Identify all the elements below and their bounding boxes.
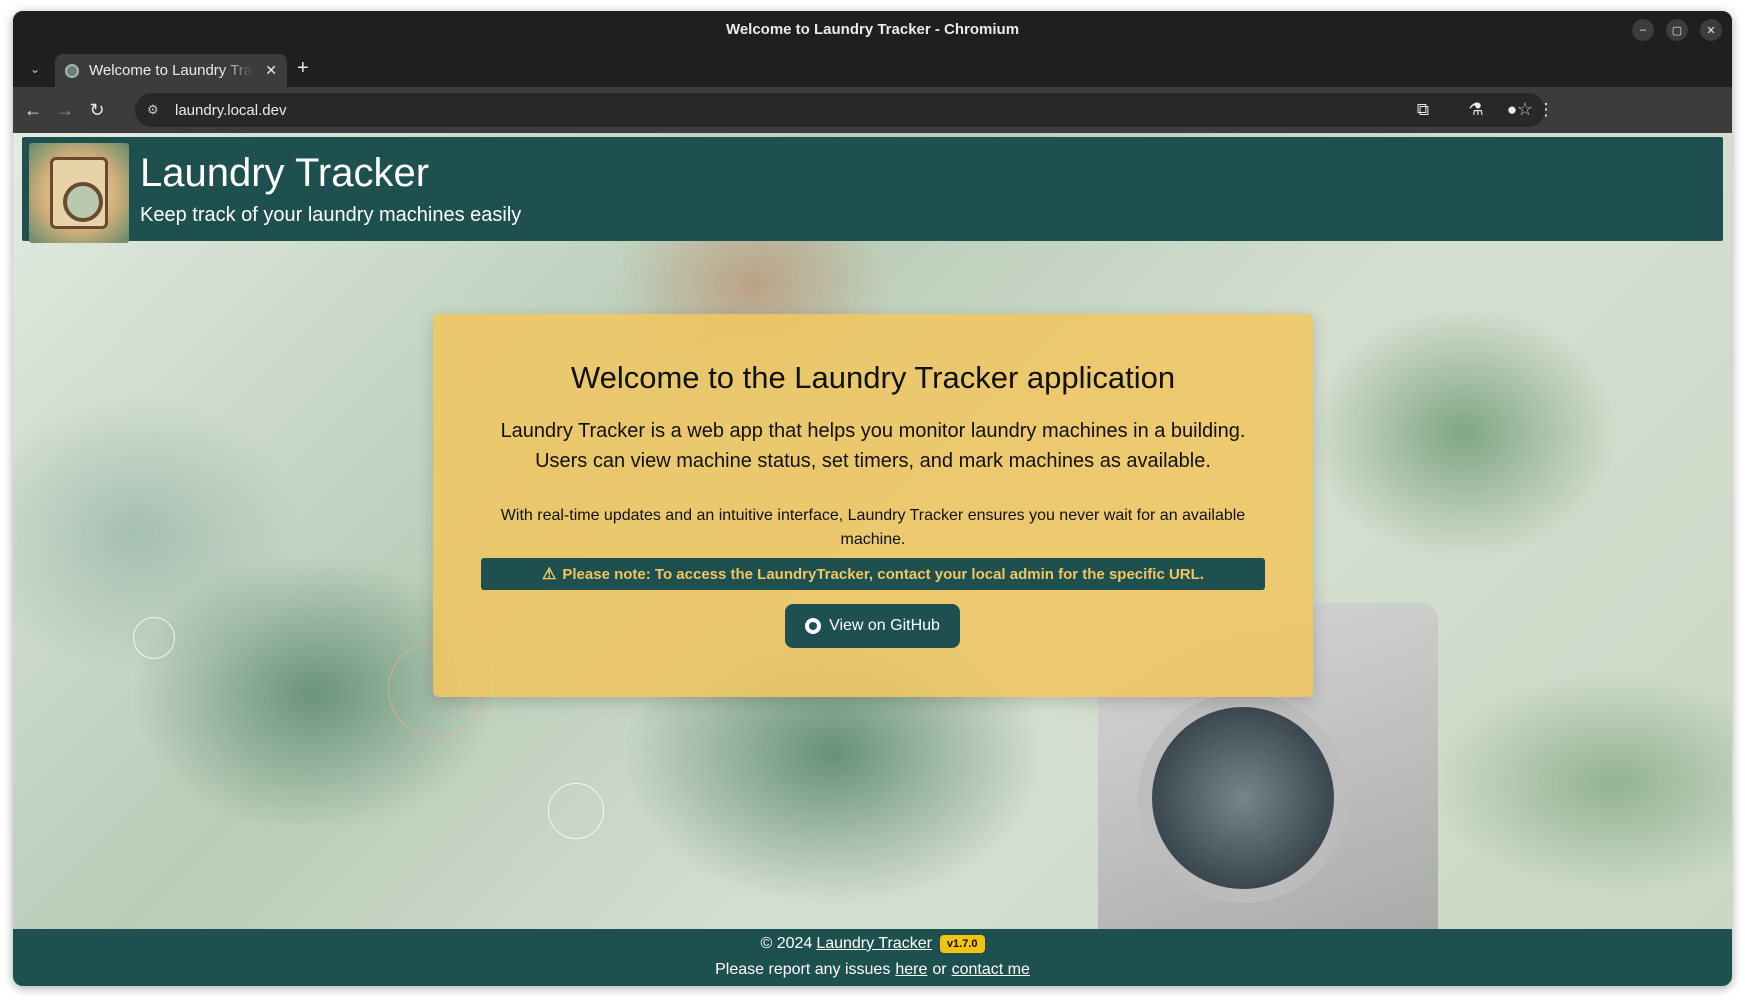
contact-me-link[interactable]: contact me: [952, 961, 1030, 979]
site-info-icon[interactable]: ⚙: [147, 102, 165, 118]
copyright-text: © 2024: [760, 935, 813, 952]
washing-machine-logo-icon: [29, 143, 129, 243]
site-footer: © 2024 Laundry Tracker v1.7.0 Please rep…: [13, 929, 1732, 986]
footer-report-line: Please report any issues here or contact…: [13, 961, 1732, 979]
page-viewport: Laundry Tracker Keep track of your laund…: [13, 133, 1732, 986]
warning-triangle-icon: ⚠: [542, 566, 557, 583]
tab-search-chevron-icon[interactable]: ⌄: [25, 59, 45, 79]
access-note-text: Please note: To access the LaundryTracke…: [562, 565, 1204, 583]
logo-machine-shape: [50, 157, 108, 229]
extensions-icon[interactable]: ⧉: [1412, 99, 1434, 121]
washing-machine-door-illustration: [1138, 693, 1348, 903]
github-button-label: View on GitHub: [829, 617, 940, 634]
report-here-link[interactable]: here: [895, 961, 927, 979]
window-controls: – ▢ ✕: [1632, 19, 1722, 41]
bubble-decoration: [548, 783, 604, 839]
site-header: Laundry Tracker Keep track of your laund…: [22, 137, 1723, 243]
site-subtitle: Keep track of your laundry machines easi…: [140, 204, 522, 226]
back-icon[interactable]: ←: [22, 99, 44, 121]
view-on-github-button[interactable]: View on GitHub: [785, 604, 960, 648]
title-bar: Welcome to Laundry Tracker - Chromium – …: [13, 11, 1732, 49]
access-note-banner: ⚠ Please note: To access the LaundryTrac…: [481, 558, 1265, 590]
site-title: Laundry Tracker: [140, 151, 430, 195]
version-badge: v1.7.0: [939, 935, 985, 953]
welcome-heading: Welcome to the Laundry Tracker applicati…: [570, 360, 1176, 395]
tab-close-icon[interactable]: ✕: [265, 62, 277, 79]
maximize-icon[interactable]: ▢: [1666, 19, 1688, 41]
or-text: or: [932, 961, 947, 978]
new-tab-button[interactable]: +: [297, 58, 309, 78]
close-icon[interactable]: ✕: [1700, 19, 1722, 41]
tab-active[interactable]: Welcome to Laundry Tracker ✕: [55, 54, 287, 87]
tab-strip: ⌄ Welcome to Laundry Tracker ✕ +: [13, 49, 1732, 87]
tab-title: Welcome to Laundry Tracker: [89, 62, 254, 79]
footer-copyright-line: © 2024 Laundry Tracker v1.7.0: [13, 935, 1732, 953]
reload-icon[interactable]: ↻: [86, 99, 108, 121]
welcome-lead-text: Laundry Tracker is a web app that helps …: [500, 420, 1246, 472]
window-title: Welcome to Laundry Tracker - Chromium: [725, 21, 1020, 38]
forward-icon[interactable]: →: [54, 99, 76, 121]
bubble-decoration: [133, 617, 175, 659]
app-link[interactable]: Laundry Tracker: [816, 935, 932, 953]
github-icon: [805, 618, 822, 634]
browser-window: Welcome to Laundry Tracker - Chromium – …: [13, 11, 1732, 986]
report-text: Please report any issues: [715, 961, 891, 978]
labs-flask-icon[interactable]: ⚗: [1465, 99, 1487, 121]
welcome-body-text: With real-time updates and an intuitive …: [500, 507, 1246, 548]
profile-icon[interactable]: ●: [1501, 99, 1523, 121]
url-text[interactable]: laundry.local.dev: [175, 102, 286, 119]
favicon-icon: [65, 63, 79, 78]
browser-toolbar: ← → ↻ ⚙ laundry.local.dev ☆ ⧉ ⚗ ● ⋮: [13, 87, 1732, 133]
address-bar[interactable]: ⚙ laundry.local.dev ☆: [135, 93, 1545, 127]
menu-kebab-icon[interactable]: ⋮: [1535, 99, 1557, 121]
minimize-icon[interactable]: –: [1632, 19, 1654, 41]
welcome-card: Welcome to the Laundry Tracker applicati…: [433, 314, 1313, 697]
